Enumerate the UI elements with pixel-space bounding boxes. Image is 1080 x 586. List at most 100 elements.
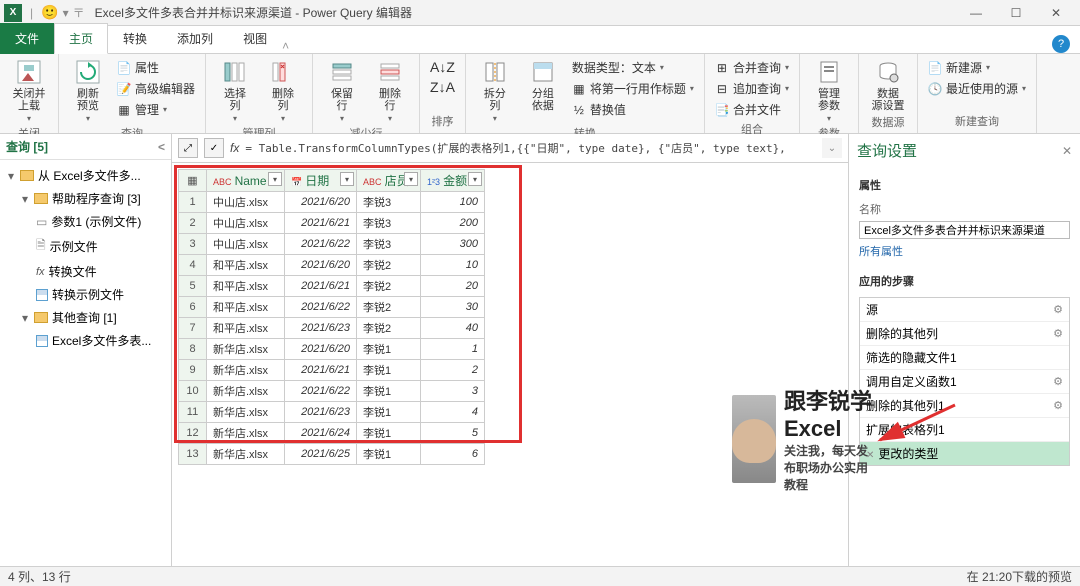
cell-employee[interactable]: 李锐2 (357, 297, 421, 318)
cell-amount[interactable]: 100 (421, 192, 485, 213)
properties-button[interactable]: 📄属性 (115, 58, 197, 77)
merge-queries-button[interactable]: ⊞合并查询▾ (713, 58, 791, 77)
table-row[interactable]: 4 和平店.xlsx 2021/6/20 李锐2 10 (179, 255, 485, 276)
query-item-main[interactable]: Excel多文件多表... (2, 329, 169, 352)
new-source-button[interactable]: 📄新建源▾ (926, 58, 1028, 77)
cell-employee[interactable]: 李锐3 (357, 192, 421, 213)
row-number[interactable]: 4 (179, 255, 207, 276)
applied-step[interactable]: 调用自定义函数1⚙ (860, 370, 1069, 394)
close-and-load-button[interactable]: 关闭并 上载 ▾ (8, 58, 50, 123)
row-number[interactable]: 8 (179, 339, 207, 360)
cell-employee[interactable]: 李锐2 (357, 276, 421, 297)
cell-employee[interactable]: 李锐1 (357, 339, 421, 360)
tab-addcolumn[interactable]: 添加列 (162, 23, 228, 54)
query-folder-root[interactable]: ▾从 Excel多文件多... (2, 164, 169, 187)
cell-amount[interactable]: 1 (421, 339, 485, 360)
append-queries-button[interactable]: ⊟追加查询▾ (713, 79, 791, 98)
column-header-amount[interactable]: 1²3 金额▾ (421, 170, 485, 192)
cell-date[interactable]: 2021/6/21 (285, 213, 357, 234)
table-row[interactable]: 3 中山店.xlsx 2021/6/22 李锐3 300 (179, 234, 485, 255)
table-row[interactable]: 12 新华店.xlsx 2021/6/24 李锐1 5 (179, 423, 485, 444)
gear-icon[interactable]: ⚙ (1053, 375, 1063, 388)
query-item-sample[interactable]: 🗎示例文件 (2, 233, 169, 260)
query-folder-helper[interactable]: ▾帮助程序查询 [3] (2, 187, 169, 210)
filter-icon[interactable]: ▾ (340, 172, 354, 186)
smiley-icon[interactable]: 🙂 (41, 4, 58, 21)
formula-more-button[interactable]: ⌄ (822, 138, 842, 158)
filter-icon[interactable]: ▾ (404, 172, 418, 186)
row-number[interactable]: 3 (179, 234, 207, 255)
sort-desc-button[interactable]: Z↓A (428, 78, 457, 96)
dropdown-icon[interactable]: ▾ (63, 6, 69, 20)
column-header-date[interactable]: 📅 日期▾ (285, 170, 357, 192)
refresh-preview-button[interactable]: 刷新 预览 ▾ (67, 58, 109, 123)
keep-rows-button[interactable]: 保留 行▾ (321, 58, 363, 123)
gear-icon[interactable]: ⚙ (1053, 327, 1063, 340)
remove-rows-button[interactable]: 删除 行▾ (369, 58, 411, 123)
cell-amount[interactable]: 6 (421, 444, 485, 465)
cell-employee[interactable]: 李锐2 (357, 255, 421, 276)
row-number[interactable]: 7 (179, 318, 207, 339)
row-number[interactable]: 9 (179, 360, 207, 381)
row-number[interactable]: 12 (179, 423, 207, 444)
sort-asc-button[interactable]: A↓Z (428, 58, 457, 76)
row-number[interactable]: 10 (179, 381, 207, 402)
cell-date[interactable]: 2021/6/21 (285, 276, 357, 297)
cell-name[interactable]: 和平店.xlsx (207, 318, 285, 339)
cell-date[interactable]: 2021/6/23 (285, 318, 357, 339)
cell-name[interactable]: 和平店.xlsx (207, 276, 285, 297)
cell-amount[interactable]: 30 (421, 297, 485, 318)
cell-amount[interactable]: 4 (421, 402, 485, 423)
recent-sources-button[interactable]: 🕓最近使用的源▾ (926, 79, 1028, 98)
cell-amount[interactable]: 300 (421, 234, 485, 255)
cell-amount[interactable]: 3 (421, 381, 485, 402)
cell-employee[interactable]: 李锐1 (357, 423, 421, 444)
table-row[interactable]: 13 新华店.xlsx 2021/6/25 李锐1 6 (179, 444, 485, 465)
query-item-param1[interactable]: ▭参数1 (示例文件) (2, 210, 169, 233)
cell-date[interactable]: 2021/6/20 (285, 255, 357, 276)
tab-home[interactable]: 主页 (54, 23, 108, 54)
applied-step[interactable]: ✕更改的类型 (860, 442, 1069, 465)
close-settings-button[interactable]: ✕ (1062, 144, 1072, 158)
manage-button[interactable]: ▦管理▾ (115, 100, 197, 119)
collapse-ribbon-icon[interactable]: ˄ (282, 39, 289, 53)
tab-view[interactable]: 视图 (228, 23, 282, 54)
cell-name[interactable]: 和平店.xlsx (207, 297, 285, 318)
table-row[interactable]: 2 中山店.xlsx 2021/6/21 李锐3 200 (179, 213, 485, 234)
cell-date[interactable]: 2021/6/25 (285, 444, 357, 465)
row-header-corner[interactable]: ▦ (179, 170, 207, 192)
table-row[interactable]: 1 中山店.xlsx 2021/6/20 李锐3 100 (179, 192, 485, 213)
cell-employee[interactable]: 李锐1 (357, 444, 421, 465)
gear-icon[interactable]: ⚙ (1053, 303, 1063, 316)
cell-date[interactable]: 2021/6/20 (285, 192, 357, 213)
collapse-pane-icon[interactable]: < (158, 140, 165, 154)
combine-files-button[interactable]: 📑合并文件 (713, 100, 791, 119)
split-column-button[interactable]: 拆分 列▾ (474, 58, 516, 123)
data-source-settings-button[interactable]: 数据 源设置 (867, 58, 909, 112)
row-number[interactable]: 13 (179, 444, 207, 465)
cell-name[interactable]: 新华店.xlsx (207, 381, 285, 402)
query-name-input[interactable] (859, 221, 1070, 239)
help-icon[interactable]: ? (1052, 35, 1070, 53)
table-row[interactable]: 5 和平店.xlsx 2021/6/21 李锐2 20 (179, 276, 485, 297)
formula-expand-button[interactable]: ⤢ (178, 138, 198, 158)
cell-amount[interactable]: 2 (421, 360, 485, 381)
cell-name[interactable]: 新华店.xlsx (207, 402, 285, 423)
cell-name[interactable]: 中山店.xlsx (207, 213, 285, 234)
maximize-button[interactable]: ☐ (996, 0, 1036, 26)
row-number[interactable]: 1 (179, 192, 207, 213)
cell-amount[interactable]: 20 (421, 276, 485, 297)
cell-name[interactable]: 新华店.xlsx (207, 444, 285, 465)
cell-date[interactable]: 2021/6/22 (285, 381, 357, 402)
row-number[interactable]: 11 (179, 402, 207, 423)
applied-step[interactable]: 源⚙ (860, 298, 1069, 322)
query-item-transform-file[interactable]: fx转换文件 (2, 260, 169, 283)
column-header-employee[interactable]: ABC 店员▾ (357, 170, 421, 192)
row-number[interactable]: 5 (179, 276, 207, 297)
choose-columns-button[interactable]: 选择 列▾ (214, 58, 256, 123)
applied-step[interactable]: 删除的其他列1⚙ (860, 394, 1069, 418)
minimize-button[interactable]: — (956, 0, 996, 26)
data-type-button[interactable]: 数据类型：文本▾ (570, 58, 696, 77)
cell-employee[interactable]: 李锐3 (357, 213, 421, 234)
cell-date[interactable]: 2021/6/24 (285, 423, 357, 444)
